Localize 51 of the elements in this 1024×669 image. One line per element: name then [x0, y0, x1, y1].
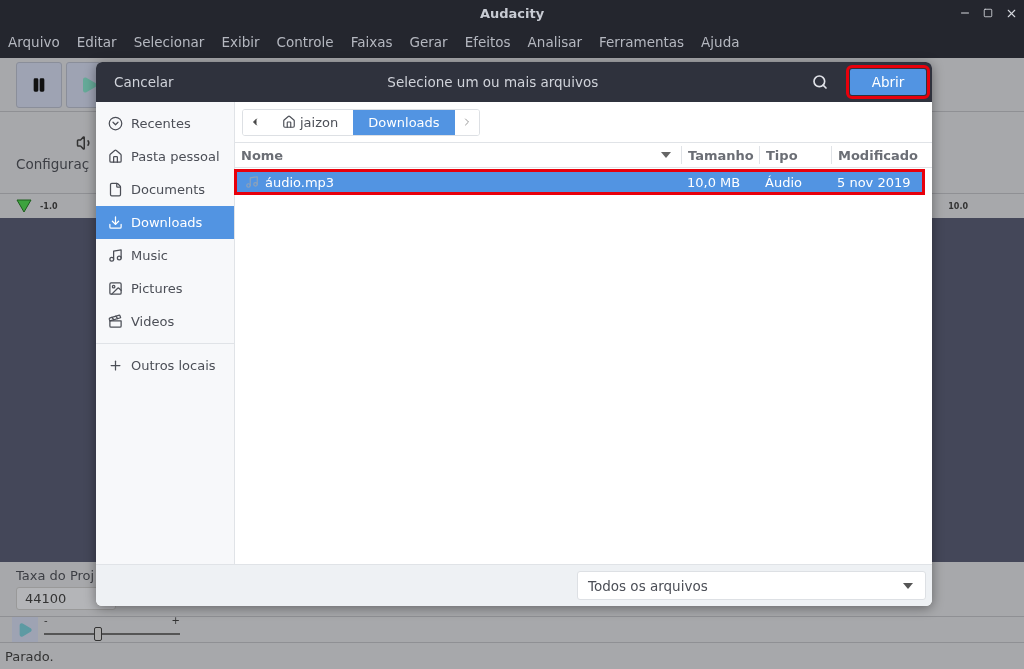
download-icon	[108, 215, 123, 230]
play-icon	[80, 75, 98, 94]
file-type-dropdown[interactable]: Todos os arquivos	[577, 571, 926, 600]
pause-icon	[31, 76, 47, 93]
search-button[interactable]	[812, 74, 828, 90]
menu-item[interactable]: Controle	[276, 34, 334, 50]
column-header[interactable]: Tamanho	[688, 147, 754, 163]
dialog-title: Selecione um ou mais arquivos	[386, 74, 600, 90]
document-icon	[108, 182, 123, 197]
sidebar-item[interactable]: Outros locais	[96, 349, 234, 382]
sidebar-item[interactable]: Pasta pessoal	[96, 140, 234, 173]
status-text: Parado.	[5, 648, 54, 664]
plus-label: +	[171, 614, 180, 626]
film-icon	[108, 314, 123, 329]
sidebar-item[interactable]: Music	[96, 239, 234, 272]
menu-item[interactable]: Exibir	[221, 34, 260, 50]
column-header[interactable]: Tipo	[766, 147, 798, 163]
menu-item[interactable]: Faixas	[350, 34, 393, 50]
pause-button[interactable]	[16, 61, 62, 108]
menu-item[interactable]: Efeitos	[464, 34, 511, 50]
home-icon	[282, 115, 296, 129]
menu-item[interactable]: Ferramentas	[599, 34, 685, 50]
column-header[interactable]: Modificado	[838, 147, 918, 163]
menu-item[interactable]: Ajuda	[701, 34, 740, 50]
sidebar-item[interactable]: Documents	[96, 173, 234, 206]
play-head-icon[interactable]	[16, 199, 32, 213]
plus-icon	[108, 358, 123, 373]
sidebar-item[interactable]: Videos	[96, 305, 234, 338]
sidebar-item[interactable]: Pictures	[96, 272, 234, 305]
ruler-label: -1.0	[40, 201, 58, 211]
menu-item[interactable]: Gerar	[409, 34, 448, 50]
home-icon	[108, 149, 123, 164]
project-rate-label: Taxa do Proj	[16, 568, 96, 583]
music-note-icon	[108, 248, 123, 263]
menu-item[interactable]: Arquivo	[8, 34, 60, 50]
maximize-icon[interactable]	[983, 8, 993, 18]
sidebar-item[interactable]: Recentes	[96, 107, 234, 140]
minus-label: -	[44, 614, 48, 626]
ruler-label: 10.0	[948, 201, 968, 211]
image-icon	[108, 281, 123, 296]
menu-item[interactable]: Selecionar	[133, 34, 205, 50]
menu-item[interactable]: Analisar	[527, 34, 582, 50]
cancel-button[interactable]: Cancelar	[114, 74, 174, 90]
play-icon	[17, 621, 33, 638]
speed-slider[interactable]: - +	[44, 617, 180, 642]
window-title: Audacity	[479, 5, 545, 21]
music-note-icon	[245, 175, 259, 189]
caret-icon	[903, 582, 913, 589]
column-header[interactable]: Nome	[241, 147, 284, 163]
sort-caret-icon[interactable]	[661, 152, 671, 158]
menu-item[interactable]: Editar	[76, 34, 117, 50]
